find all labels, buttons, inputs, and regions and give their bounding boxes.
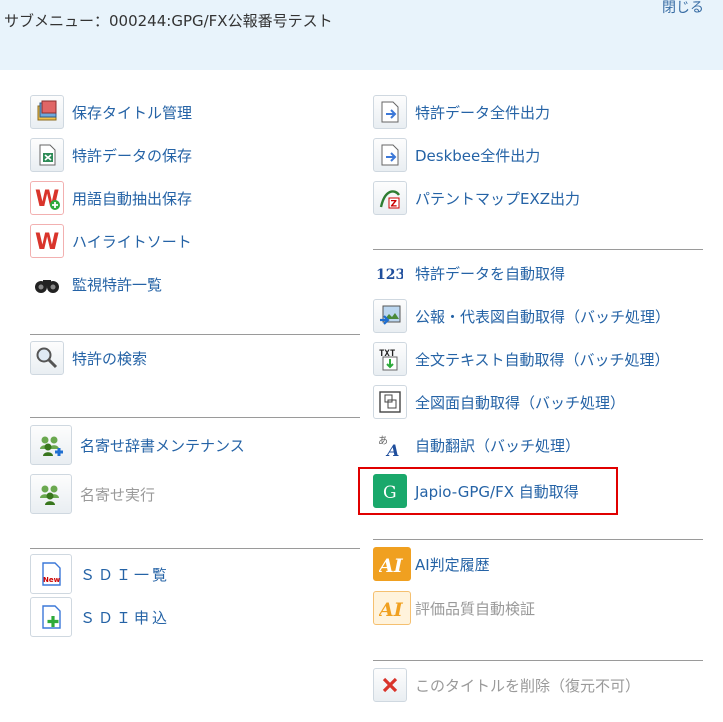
search-icon [30,341,64,375]
svg-text:123: 123 [377,267,403,283]
menu-item-label: 公報・代表図自動取得（バッチ処理） [415,307,671,326]
menu-item-label: 名寄せ辞書メンテナンス [80,436,245,455]
title-management-icon [30,95,64,129]
translate-icon: あA [373,428,407,462]
menu-item-label: 特許データ全件出力 [415,103,551,122]
menu-item-ai-history[interactable]: AI AI判定履歴 [373,546,490,582]
highlight-sort-icon: W [30,224,64,258]
menu-item-delete-title[interactable]: このタイトルを削除（復元不可） [373,667,640,703]
menu-item-sdi-list[interactable]: New ＳＤＩ一覧 [30,554,170,594]
menu-item-label: 自動翻訳（バッチ処理） [415,436,581,455]
menu-item-label: 評価品質自動検証 [415,599,536,618]
menu-item-patent-search[interactable]: 特許の検索 [30,340,147,376]
menu-item-label: パテントマップEXZ出力 [415,189,581,208]
menu-item-gazette-image-fetch[interactable]: 公報・代表図自動取得（バッチ処理） [373,298,670,334]
image-fetch-icon [373,299,407,333]
svg-text:G: G [383,483,397,503]
ai-verify-icon: AI [373,591,411,625]
menu-item-label: Japio-GPG/FX 自動取得 [415,482,579,501]
menu-item-term-extract[interactable]: W 用語自動抽出保存 [30,180,192,216]
japio-g-icon: G [373,474,407,508]
close-link[interactable]: 閉じる [662,0,704,17]
menu-item-fulltext-fetch[interactable]: TXT 全文テキスト自動取得（バッチ処理） [373,341,670,377]
menu-item-sdi-apply[interactable]: ＳＤＩ申込 [30,597,170,637]
menu-item-deskbee-export[interactable]: Deskbee全件出力 [373,137,540,173]
svg-text:AI: AI [379,555,404,577]
svg-text:A: A [385,441,399,458]
menu-item-drawings-fetch[interactable]: 全図面自動取得（バッチ処理） [373,384,625,420]
menu-item-auto-translate[interactable]: あA 自動翻訳（バッチ処理） [373,427,580,463]
menu-item-name-merge[interactable]: 名寄せ実行 [30,474,155,514]
delete-x-icon [373,668,407,702]
patent-map-icon: Z [373,181,407,215]
sdi-new-icon: New [30,554,72,594]
menu-item-label: Deskbee全件出力 [415,146,541,165]
menu-item-title-management[interactable]: 保存タイトル管理 [30,94,192,130]
menu-item-label: 特許データの保存 [72,146,193,165]
drawing-fetch-icon [373,385,407,419]
menu-item-label: AI判定履歴 [415,555,490,574]
binoculars-icon [30,267,64,301]
menu-item-label: 全図面自動取得（バッチ処理） [415,393,626,412]
menu-item-patent-map-export[interactable]: Z パテントマップEXZ出力 [373,180,580,216]
menu-item-label: このタイトルを削除（復元不可） [415,676,641,695]
menu-item-highlight-sort[interactable]: W ハイライトソート [30,223,192,259]
excel-save-icon [30,138,64,172]
menu-item-label: 特許の検索 [72,349,148,368]
menu-item-save-patent-data[interactable]: 特許データの保存 [30,137,192,173]
export-icon [373,95,407,129]
menu-item-label: 保存タイトル管理 [72,103,193,122]
txt-fetch-icon: TXT [373,342,407,376]
auto-fetch-123-icon: 123 [373,256,407,290]
divider [373,660,703,661]
users-dictionary-icon [30,425,72,465]
divider [30,548,360,549]
svg-text:Z: Z [391,200,398,210]
svg-text:New: New [43,576,61,584]
ai-history-icon: AI [373,547,411,581]
header-bar: サブメニュー：000244:GPG/FX公報番号テスト 閉じる [0,0,723,70]
menu-item-name-dictionary[interactable]: 名寄せ辞書メンテナンス [30,425,245,465]
menu-item-label: 監視特許一覧 [72,275,163,294]
page-title: サブメニュー：000244:GPG/FX公報番号テスト [4,12,333,30]
menu-item-label: ハイライトソート [72,232,192,251]
divider [373,539,703,540]
users-merge-icon [30,474,72,514]
menu-item-watch-list[interactable]: 監視特許一覧 [30,266,162,302]
menu-item-label: 全文テキスト自動取得（バッチ処理） [415,350,670,369]
menu-item-label: ＳＤＩ申込 [80,608,171,627]
divider [30,334,360,335]
menu-item-auto-fetch-data[interactable]: 123 特許データを自動取得 [373,255,565,291]
menu-item-japio-gpg-fetch[interactable]: G Japio-GPG/FX 自動取得 [373,473,579,509]
menu-item-label: 名寄せ実行 [80,485,156,504]
menu-item-label: ＳＤＩ一覧 [80,565,171,584]
menu-item-label: 用語自動抽出保存 [72,189,193,208]
menu-item-export-all[interactable]: 特許データ全件出力 [373,94,550,130]
svg-text:AI: AI [379,599,404,621]
sdi-add-icon [30,597,72,637]
menu-item-label: 特許データを自動取得 [415,264,566,283]
word-extract-icon: W [30,181,64,215]
export-icon [373,138,407,172]
svg-text:W: W [35,230,59,254]
menu-item-quality-verify[interactable]: AI 評価品質自動検証 [373,590,535,626]
divider [30,417,360,418]
divider [373,249,703,250]
